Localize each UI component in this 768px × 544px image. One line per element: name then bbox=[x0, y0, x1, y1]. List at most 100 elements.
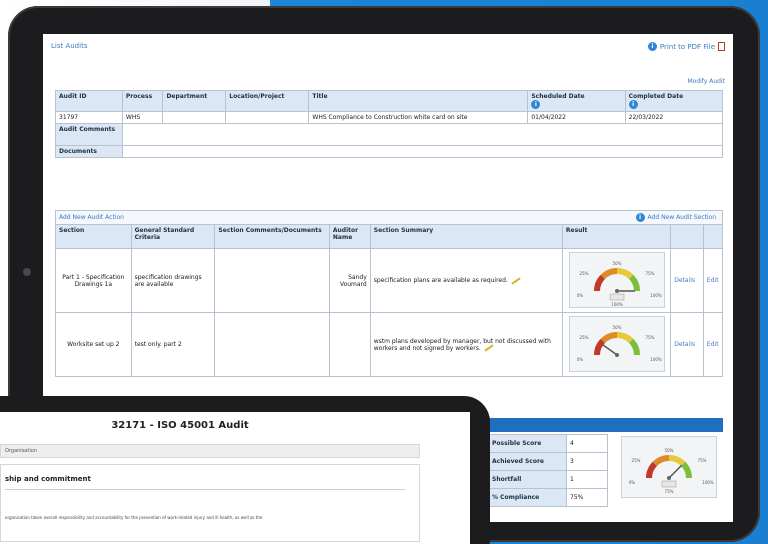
cell-audit-id: 31797 bbox=[55, 111, 123, 124]
second-tablet-frame: 32171 - ISO 45001 Audit Organisation shi… bbox=[0, 396, 490, 544]
gauge-arc-segment bbox=[646, 461, 658, 479]
score-row: Possible Score 4 bbox=[488, 434, 608, 453]
gauge-tick-label: 100% bbox=[650, 357, 662, 362]
cell-result: 0% 25% 50% 75% 100% bbox=[561, 312, 672, 377]
second-tablet-screen: 32171 - ISO 45001 Audit Organisation shi… bbox=[0, 412, 470, 544]
gauge-needle bbox=[668, 464, 683, 479]
page-title[interactable]: List Audits bbox=[51, 42, 87, 50]
gauge-tick-label: 50% bbox=[612, 261, 621, 266]
gauge-hub bbox=[614, 289, 619, 293]
cell-auditor bbox=[328, 312, 371, 377]
pencil-icon[interactable] bbox=[511, 276, 521, 285]
col-result: Result bbox=[561, 224, 672, 249]
cell-summary: specification plans are available as req… bbox=[369, 248, 563, 313]
table-row: 31797 WHS WHS Compliance to Construction… bbox=[55, 111, 724, 124]
score-row: Shortfall 1 bbox=[488, 470, 608, 489]
cell-criteria: specification drawings are available bbox=[130, 248, 216, 313]
gauge-arc-segment bbox=[593, 274, 605, 292]
gauge-tick-label: 25% bbox=[579, 271, 588, 276]
col-scheduled-date: Scheduled Date i bbox=[527, 90, 626, 112]
modify-audit-link[interactable]: Modify Audit bbox=[687, 78, 725, 85]
add-audit-action-link[interactable]: Add New Audit Action bbox=[59, 214, 124, 221]
col-section: Section bbox=[55, 224, 132, 249]
compliance-gauge: 0% 25% 50% 75% 100% 75% bbox=[621, 436, 717, 498]
col-comments: Section Comments/Documents bbox=[214, 224, 330, 249]
gauge-arc-segment bbox=[600, 268, 617, 280]
gauge-arc-segment bbox=[668, 455, 686, 467]
cell-section: Part 1 - Specification Drawings 1a bbox=[55, 248, 132, 313]
info-icon[interactable]: i bbox=[628, 100, 638, 109]
score-table: Possible Score 4 Achieved Score 3 Shortfal… bbox=[488, 434, 608, 507]
gauge-arc-segment bbox=[628, 274, 640, 292]
audit-comments-row: Audit Comments bbox=[55, 123, 724, 146]
col-edit bbox=[702, 224, 724, 249]
print-label[interactable]: Print to PDF File bbox=[660, 43, 715, 51]
details-link[interactable]: Details bbox=[670, 312, 704, 377]
table-row: Worksite set up 2 test only. part 2 wstm… bbox=[55, 312, 724, 377]
col-department: Department bbox=[162, 90, 227, 112]
cell-completed-date: 22/03/2022 bbox=[624, 111, 724, 124]
audit-summary-table: Audit ID Process Department Location/Pro… bbox=[55, 90, 724, 158]
pencil-icon[interactable] bbox=[484, 344, 494, 352]
cell-section: Worksite set up 2 bbox=[55, 312, 132, 377]
info-icon[interactable]: i bbox=[531, 100, 541, 109]
gauge-arc-segment bbox=[616, 332, 633, 344]
report-section-bar: Organisation bbox=[0, 444, 420, 458]
gauge-readout-box bbox=[661, 480, 677, 488]
gauge-tick-label: 0% bbox=[576, 357, 583, 362]
gauge-hub bbox=[667, 476, 671, 480]
gauge-arc-segment bbox=[593, 338, 605, 356]
col-completed-date: Completed Date i bbox=[624, 90, 724, 112]
audit-actions-table: Section General Standard Criteria Sectio… bbox=[55, 224, 724, 377]
cell-title: WHS Compliance to Construction white car… bbox=[308, 111, 529, 124]
edit-link[interactable]: Edit bbox=[702, 312, 724, 377]
pdf-icon[interactable] bbox=[718, 42, 725, 51]
score-row: % Compliance 75% bbox=[488, 488, 608, 507]
audit-comments-label: Audit Comments bbox=[55, 123, 123, 146]
col-summary: Section Summary bbox=[369, 224, 563, 249]
result-gauge: 0% 25% 50% 75% 100% bbox=[568, 316, 665, 372]
gauge-tick-label: 50% bbox=[612, 325, 621, 330]
score-row: Achieved Score 3 bbox=[488, 452, 608, 471]
gauge-readout: 75% bbox=[665, 489, 674, 494]
cell-scheduled-date: 01/04/2022 bbox=[527, 111, 626, 124]
gauge-needle bbox=[601, 343, 617, 356]
report-title: 32171 - ISO 45001 Audit bbox=[111, 420, 249, 431]
gauge-arc-segment bbox=[628, 338, 640, 356]
print-to-pdf-link[interactable]: i Print to PDF File bbox=[647, 42, 725, 51]
col-title: Title bbox=[308, 90, 529, 112]
edit-link[interactable]: Edit bbox=[702, 248, 724, 313]
divider bbox=[5, 489, 405, 490]
gauge-tick-label: 50% bbox=[665, 448, 674, 453]
col-process: Process bbox=[121, 90, 164, 112]
gauge-tick-label: 75% bbox=[698, 458, 707, 463]
documents-value[interactable] bbox=[121, 145, 724, 158]
cell-location bbox=[225, 111, 310, 124]
cell-comments bbox=[214, 248, 330, 313]
info-icon: i bbox=[647, 42, 657, 51]
cell-auditor: Sandy Voumard bbox=[328, 248, 371, 313]
cell-process: WHS bbox=[121, 111, 164, 124]
documents-row: Documents bbox=[55, 145, 724, 158]
col-details bbox=[670, 224, 704, 249]
report-content-box: ship and commitment organisation taken o… bbox=[0, 464, 420, 542]
add-audit-section-link[interactable]: i Add New Audit Section bbox=[635, 213, 716, 222]
details-link[interactable]: Details bbox=[670, 248, 704, 313]
result-gauge: 0% 25% 50% 75% 100% 100% bbox=[568, 252, 665, 308]
cell-department bbox=[162, 111, 227, 124]
gauge-tick-label: 0% bbox=[629, 480, 636, 485]
gauge-tick-label: 100% bbox=[702, 480, 714, 485]
table-row: Part 1 - Specification Drawings 1a speci… bbox=[55, 248, 724, 313]
audit-comments-value[interactable] bbox=[121, 123, 724, 146]
gauge-arc-segment bbox=[616, 268, 633, 280]
gauge-arc-segment bbox=[652, 455, 670, 467]
col-auditor: Auditor Name bbox=[328, 224, 371, 249]
action-section-header: Add New Audit Action i Add New Audit Sec… bbox=[55, 210, 723, 224]
cell-summary: wstm plans developed by manager, but not… bbox=[369, 312, 563, 377]
gauge-readout-box bbox=[609, 293, 624, 301]
info-icon: i bbox=[635, 213, 645, 222]
col-audit-id: Audit ID bbox=[55, 90, 123, 112]
cell-result: 0% 25% 50% 75% 100% 100% bbox=[561, 248, 672, 313]
gauge-tick-label: 0% bbox=[576, 293, 583, 298]
gauge-tick-label: 75% bbox=[645, 271, 654, 276]
